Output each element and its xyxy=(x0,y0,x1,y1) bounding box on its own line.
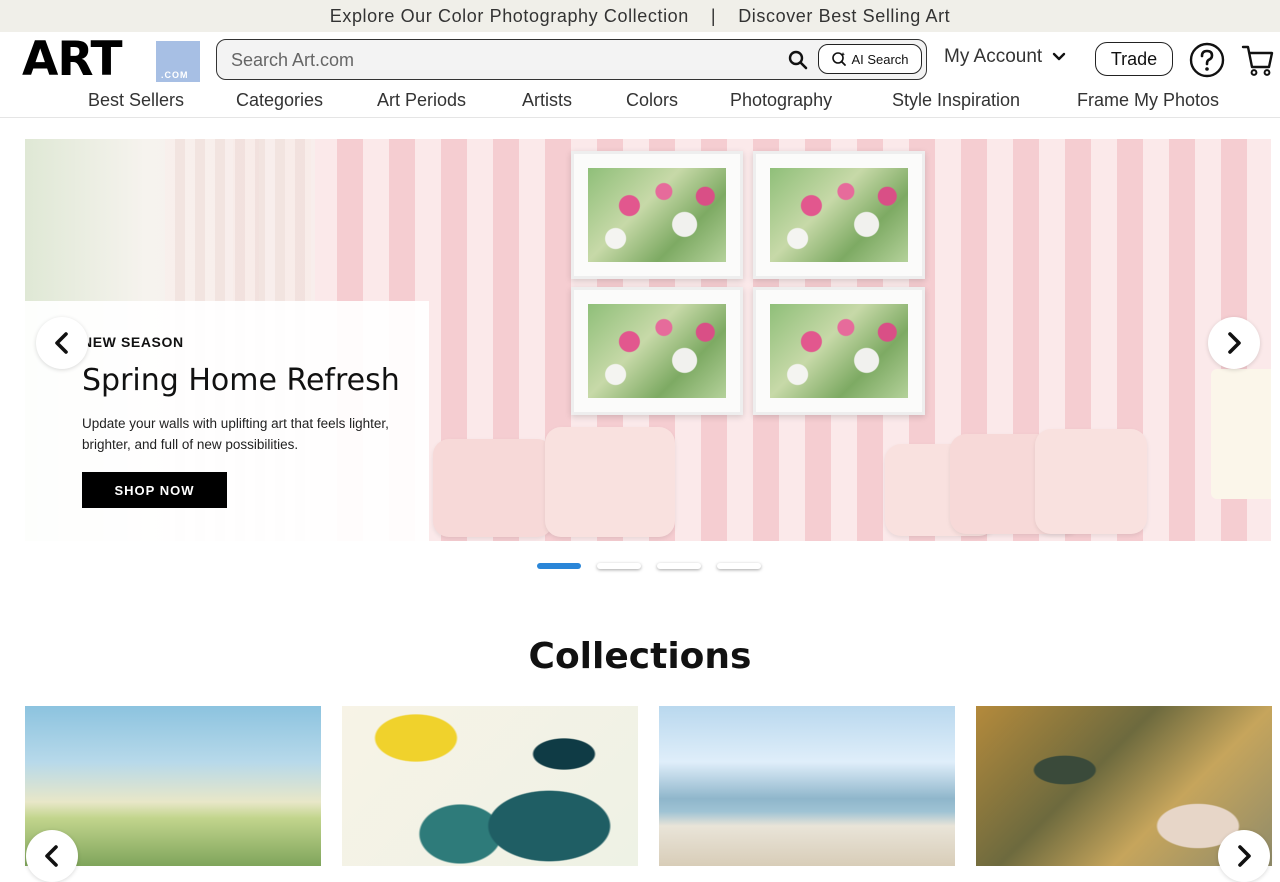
search-bar: AI Search xyxy=(216,39,927,80)
nav-style-inspiration[interactable]: Style Inspiration xyxy=(892,90,1020,111)
hero-frame-artwork xyxy=(753,151,925,279)
collections-title: Collections xyxy=(528,636,752,677)
hero-prev-button[interactable] xyxy=(36,317,88,369)
search-input[interactable] xyxy=(229,48,769,72)
chevron-right-icon xyxy=(1228,332,1241,354)
nav-art-periods[interactable]: Art Periods xyxy=(377,90,466,111)
logo-text: ART xyxy=(22,32,123,87)
carousel-dot[interactable] xyxy=(597,563,641,569)
search-icon[interactable] xyxy=(788,50,808,70)
carousel-dot[interactable] xyxy=(537,563,581,569)
chevron-down-icon xyxy=(1053,52,1066,61)
my-account-menu[interactable]: My Account xyxy=(944,46,1066,68)
ai-search-icon xyxy=(832,52,847,66)
carousel-dot[interactable] xyxy=(717,563,761,569)
hero-frame-artwork xyxy=(571,151,743,279)
carousel-indicators xyxy=(537,563,761,569)
hero-lamp xyxy=(1211,369,1271,499)
my-account-label: My Account xyxy=(944,46,1043,67)
promo-bar: Explore Our Color Photography Collection… xyxy=(0,0,1280,32)
hero-description: Update your walls with uplifting art tha… xyxy=(82,416,389,452)
carousel-dot[interactable] xyxy=(657,563,701,569)
hero-pillow xyxy=(433,439,553,537)
site-header: ART .COM AI Search My Account Trade xyxy=(0,32,1280,90)
hero-eyebrow: NEW SEASON xyxy=(82,334,184,350)
cart-icon[interactable] xyxy=(1241,43,1275,77)
hero-pillow xyxy=(1035,429,1147,534)
collection-tile[interactable] xyxy=(659,706,955,866)
collection-tile[interactable] xyxy=(342,706,638,866)
nav-frame-my-photos[interactable]: Frame My Photos xyxy=(1077,90,1219,111)
hero-title: Spring Home Refresh xyxy=(82,363,400,398)
help-icon[interactable] xyxy=(1189,42,1225,78)
chevron-right-icon xyxy=(1238,845,1251,867)
logo-box: .COM xyxy=(156,41,200,82)
hero-pillow xyxy=(545,427,675,537)
hero-frame-artwork xyxy=(571,287,743,415)
ai-search-label: AI Search xyxy=(851,51,909,67)
nav-categories[interactable]: Categories xyxy=(236,90,323,111)
trade-button[interactable]: Trade xyxy=(1095,42,1173,76)
ai-search-button[interactable]: AI Search xyxy=(818,44,922,74)
nav-artists[interactable]: Artists xyxy=(522,90,572,111)
logo-suffix: .COM xyxy=(161,70,189,80)
nav-colors[interactable]: Colors xyxy=(626,90,678,111)
promo-separator: | xyxy=(710,5,717,26)
collections-prev-button[interactable] xyxy=(26,830,78,882)
promo-right-link[interactable]: Discover Best Selling Art xyxy=(738,6,950,27)
hero-next-button[interactable] xyxy=(1208,317,1260,369)
collections-next-button[interactable] xyxy=(1218,830,1270,882)
shop-now-button[interactable]: SHOP NOW xyxy=(82,472,227,508)
site-logo[interactable]: ART .COM xyxy=(22,35,200,85)
chevron-left-icon xyxy=(45,845,58,867)
nav-photography[interactable]: Photography xyxy=(730,90,832,111)
nav-best-sellers[interactable]: Best Sellers xyxy=(88,90,184,111)
hero-frame-artwork xyxy=(753,287,925,415)
chevron-left-icon xyxy=(55,332,68,354)
promo-left-link[interactable]: Explore Our Color Photography Collection xyxy=(330,6,689,27)
main-nav: Best Sellers Categories Art Periods Arti… xyxy=(0,90,1280,118)
